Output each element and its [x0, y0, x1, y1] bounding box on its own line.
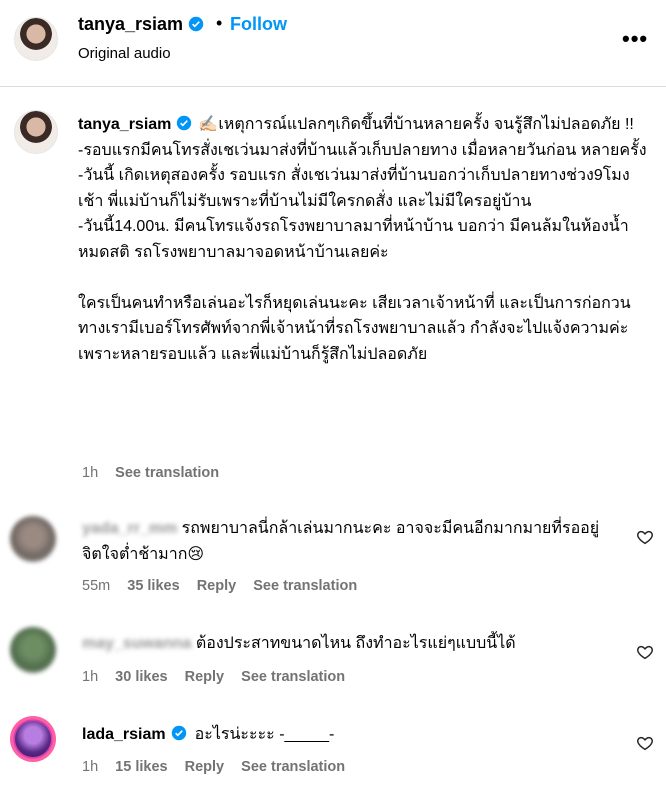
- reply-button[interactable]: Reply: [185, 669, 225, 685]
- see-translation-link[interactable]: See translation: [241, 759, 345, 775]
- comment-meta: 1h 30 likes Reply See translation: [82, 669, 358, 685]
- like-heart-icon[interactable]: [636, 734, 654, 752]
- caption-meta: 1h See translation: [82, 465, 232, 481]
- comment-meta: 1h 15 likes Reply See translation: [82, 759, 358, 775]
- reply-button[interactable]: Reply: [185, 759, 225, 775]
- comment-meta: 55m 35 likes Reply See translation: [82, 578, 370, 594]
- caption-time: 1h: [82, 465, 99, 481]
- author-username-text[interactable]: tanya_rsiam: [78, 14, 183, 34]
- post-caption: tanya_rsiam ✍🏻เหตุการณ์แปลกๆเกิดขึ้นที่บ้…: [78, 112, 648, 367]
- comment-time: 55m: [82, 578, 111, 594]
- like-heart-icon[interactable]: [636, 643, 654, 661]
- like-heart-icon[interactable]: [636, 528, 654, 546]
- commenter-avatar[interactable]: [10, 716, 56, 762]
- verified-badge-icon: [171, 725, 186, 741]
- comment-likes[interactable]: 30 likes: [115, 669, 167, 685]
- caption-author-avatar[interactable]: [14, 110, 58, 154]
- verified-badge-icon: [188, 16, 204, 32]
- comment-time: 1h: [82, 669, 99, 685]
- caption-username[interactable]: tanya_rsiam: [78, 116, 171, 133]
- comment-time: 1h: [82, 759, 99, 775]
- comment-likes[interactable]: 15 likes: [115, 759, 167, 775]
- comment-body: yada_rr_mm รถพยาบาลนี่กล้าเล่นมากนะคะ อา…: [82, 516, 612, 568]
- comment-text: ต้องประสาทขนาดไหน ถึงทำอะไรแย่ๆแบบนี้ได้: [195, 635, 516, 652]
- follow-button[interactable]: Follow: [230, 14, 287, 35]
- commenter-avatar[interactable]: [10, 627, 56, 673]
- see-translation-link[interactable]: See translation: [241, 669, 345, 685]
- comment-text: อะไรน่ะะะะ -_____-: [194, 726, 335, 743]
- author-username[interactable]: tanya_rsiam: [78, 14, 204, 35]
- commenter-username[interactable]: may_suwanna: [82, 635, 191, 652]
- more-options-icon[interactable]: •••: [622, 26, 648, 52]
- comment-body: may_suwanna ต้องประสาทขนาดไหน ถึงทำอะไรแ…: [82, 631, 612, 657]
- author-avatar[interactable]: [14, 17, 58, 61]
- header-divider: [0, 86, 666, 87]
- commenter-username[interactable]: yada_rr_mm: [82, 520, 177, 537]
- caption-text: ✍🏻เหตุการณ์แปลกๆเกิดขึ้นที่บ้านหลายครั้ง…: [78, 116, 647, 363]
- commenter-username[interactable]: lada_rsiam: [82, 726, 166, 743]
- original-audio-link[interactable]: Original audio: [78, 45, 171, 62]
- see-translation-link[interactable]: See translation: [253, 578, 357, 594]
- commenter-avatar[interactable]: [10, 516, 56, 562]
- reply-button[interactable]: Reply: [197, 578, 237, 594]
- separator-dot: •: [216, 13, 223, 33]
- caption-see-translation[interactable]: See translation: [115, 465, 219, 481]
- verified-badge-icon: [177, 115, 192, 131]
- post-header: tanya_rsiam • Follow Original audio •••: [0, 0, 666, 84]
- comment-body: lada_rsiam อะไรน่ะะะะ -_____-: [82, 722, 612, 748]
- comment-likes[interactable]: 35 likes: [127, 578, 179, 594]
